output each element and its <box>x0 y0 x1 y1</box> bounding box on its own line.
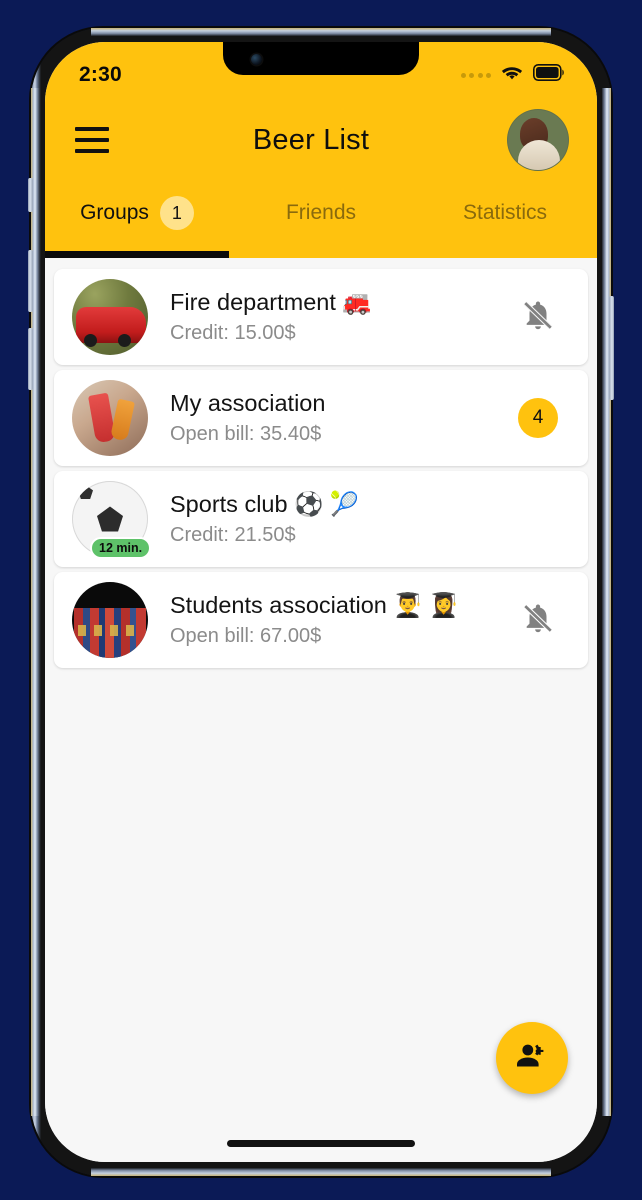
tab-bar: Groups 1 Friends Statistics <box>45 182 597 258</box>
phone-device-frame: 2:30 Beer List Groups 1 Friends Statisti… <box>28 28 614 1176</box>
status-bar-time: 2:30 <box>79 63 122 86</box>
volume-up-button[interactable] <box>28 250 33 312</box>
phone-screen: 2:30 Beer List Groups 1 Friends Statisti… <box>45 42 597 1162</box>
group-avatar <box>72 380 148 456</box>
group-text: Sports club ⚽ 🎾 Credit: 21.50$ <box>170 490 510 547</box>
tab-groups-badge: 1 <box>159 196 194 230</box>
group-subtitle: Open bill: 67.00$ <box>170 624 322 647</box>
main-content: Fire department 🚒 Credit: 15.00$ My asso… <box>45 258 597 1162</box>
app-bar: Beer List <box>45 98 597 182</box>
tab-friends-label: Friends <box>285 201 357 224</box>
status-badge[interactable]: 4 <box>518 398 558 438</box>
signal-dots-icon <box>460 72 491 78</box>
silent-switch-button[interactable] <box>28 178 33 212</box>
volume-down-button[interactable] <box>28 328 33 390</box>
group-subtitle: Credit: 15.00$ <box>170 321 296 344</box>
group-trailing[interactable] <box>510 298 566 337</box>
status-bar-icons <box>460 64 566 87</box>
person-add-icon <box>514 1038 550 1079</box>
power-button[interactable] <box>609 296 614 400</box>
tab-groups-label: Groups <box>80 201 149 224</box>
add-group-button[interactable] <box>496 1022 568 1094</box>
tab-active-indicator <box>45 251 229 258</box>
page-title: Beer List <box>252 123 370 156</box>
group-trailing[interactable] <box>510 601 566 640</box>
books-avatar <box>72 582 148 658</box>
tab-friends[interactable]: Friends <box>229 182 413 258</box>
group-name: My association <box>170 390 326 417</box>
list-item[interactable]: Fire department 🚒 Credit: 15.00$ <box>54 269 588 365</box>
group-avatar <box>72 582 148 658</box>
home-indicator <box>227 1140 415 1147</box>
tab-statistics-label: Statistics <box>462 201 548 224</box>
group-avatar: 12 min. <box>72 481 152 559</box>
avatar[interactable] <box>507 109 569 171</box>
group-text: Fire department 🚒 Credit: 15.00$ <box>170 288 510 345</box>
list-item[interactable]: My association Open bill: 35.40$ 4 <box>54 370 588 466</box>
tab-statistics[interactable]: Statistics <box>413 182 597 258</box>
group-name: Sports club ⚽ 🎾 <box>170 491 360 518</box>
group-avatar <box>72 279 148 355</box>
group-list: Fire department 🚒 Credit: 15.00$ My asso… <box>45 258 597 668</box>
wifi-icon <box>500 64 524 87</box>
tab-groups[interactable]: Groups 1 <box>45 182 229 258</box>
group-subtitle: Credit: 21.50$ <box>170 523 296 546</box>
group-trailing[interactable]: 4 <box>510 398 566 438</box>
bell-off-icon[interactable] <box>521 298 555 337</box>
group-subtitle: Open bill: 35.40$ <box>170 422 322 445</box>
device-notch <box>223 42 419 75</box>
drinks-cheers-avatar <box>72 380 148 456</box>
list-item[interactable]: 12 min. Sports club ⚽ 🎾 Credit: 21.50$ <box>54 471 588 567</box>
battery-full-icon <box>533 64 565 86</box>
bell-off-icon[interactable] <box>521 601 555 640</box>
time-badge: 12 min. <box>90 536 152 559</box>
group-text: My association Open bill: 35.40$ <box>170 389 510 446</box>
front-camera-icon <box>251 54 262 65</box>
group-name: Fire department 🚒 <box>170 289 372 316</box>
app-header: 2:30 Beer List Groups 1 Friends Statisti… <box>45 42 597 258</box>
fire-truck-avatar <box>72 279 148 355</box>
group-text: Students association 👨‍🎓 👩‍🎓 Open bill: … <box>170 591 510 648</box>
list-item[interactable]: Students association 👨‍🎓 👩‍🎓 Open bill: … <box>54 572 588 668</box>
group-name: Students association 👨‍🎓 👩‍🎓 <box>170 592 459 619</box>
